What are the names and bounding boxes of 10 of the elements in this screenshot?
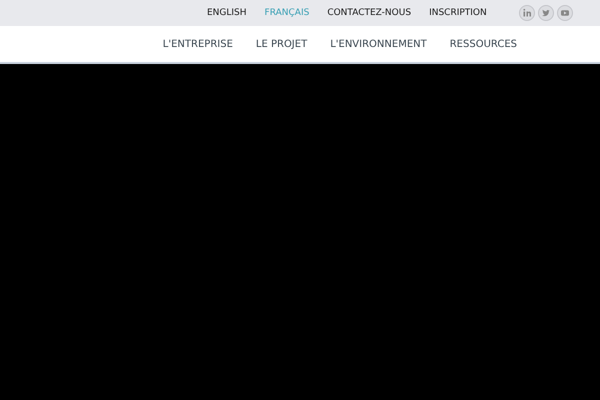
bird-icon[interactable] — [538, 5, 554, 21]
linkedin-icon[interactable] — [518, 5, 535, 21]
nav-link[interactable]: RESSOURCES — [450, 38, 517, 50]
nav-link[interactable]: L'ENVIRONNEMENT — [330, 38, 427, 50]
language-link[interactable]: INSCRIPTION — [429, 8, 487, 18]
language-link[interactable]: ENGLISH — [207, 8, 247, 18]
video-play-icon[interactable] — [556, 5, 573, 21]
nav-link[interactable]: L'ENTREPRISE — [162, 38, 233, 50]
nav-link[interactable]: LE PROJET — [256, 38, 308, 50]
language-link[interactable]: CONTACTEZ-NOUS — [327, 8, 412, 18]
